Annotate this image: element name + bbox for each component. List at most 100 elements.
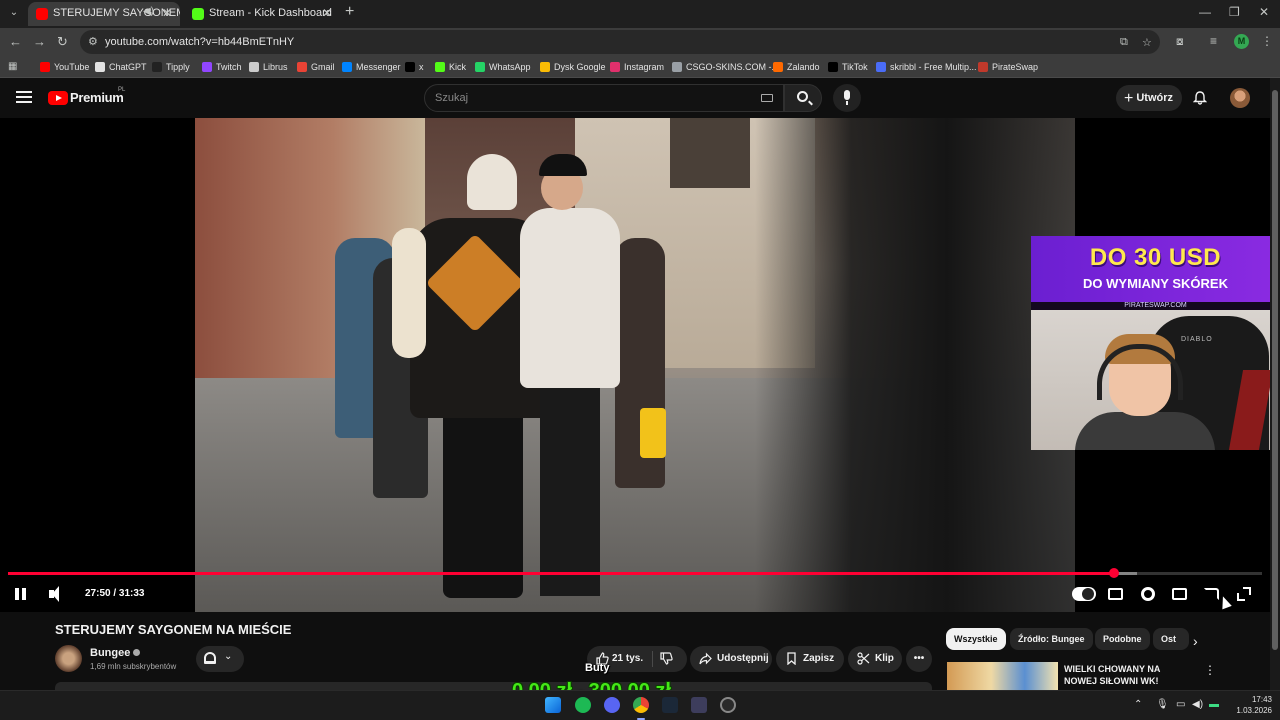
subtitles-icon[interactable]: [1108, 588, 1123, 600]
keyboard-icon[interactable]: [761, 94, 773, 102]
close-tab-icon[interactable]: ✕: [162, 6, 172, 20]
speaker-tray-icon[interactable]: ◀): [1192, 699, 1203, 710]
network-icon[interactable]: ▭: [1176, 699, 1185, 710]
like-count[interactable]: 21 tys.: [612, 646, 643, 672]
cast-icon[interactable]: [1204, 588, 1219, 600]
windows-start-icon[interactable]: [545, 697, 561, 713]
bookmark-kick[interactable]: Kick: [435, 60, 466, 74]
tab-youtube[interactable]: STERUJEMY SAYGONEM NA ◀) ✕: [28, 2, 180, 26]
bookmark-x[interactable]: x: [405, 60, 424, 74]
bookmark-dysk-google[interactable]: Dysk Google: [540, 60, 606, 74]
apps-grid-icon[interactable]: ▦: [8, 61, 19, 72]
site-info-icon[interactable]: ⚙: [88, 35, 98, 48]
recommended-title[interactable]: WIELKI CHOWANY NA NOWEJ SIŁOWNI WK!: [1064, 663, 1194, 687]
search-input[interactable]: Szukaj: [424, 84, 784, 112]
close-tab-icon[interactable]: ✕: [322, 6, 332, 20]
youtube-logo-icon[interactable]: [48, 91, 68, 105]
bookmark-label: Twitch: [216, 62, 242, 72]
minimize-icon[interactable]: —: [1199, 5, 1211, 19]
extensions-icon[interactable]: ⧇: [1176, 34, 1184, 49]
subscription-bell-button[interactable]: ⌄: [196, 646, 244, 672]
reload-icon[interactable]: ↻: [57, 34, 68, 50]
bookmark-whatsapp[interactable]: WhatsApp: [475, 60, 531, 74]
progress-scrubber-handle[interactable]: [1109, 568, 1119, 578]
spotify-icon[interactable]: [575, 697, 591, 713]
chip-similar[interactable]: Podobne: [1095, 628, 1150, 650]
app-icon[interactable]: [691, 697, 707, 713]
back-arrow-icon[interactable]: ←: [9, 34, 22, 49]
speaker-icon[interactable]: ◀): [143, 6, 154, 17]
microphone-tray-icon[interactable]: 🎙: [1156, 699, 1169, 710]
bookmark-favicon-icon: [405, 62, 415, 72]
menu-dots-icon[interactable]: ⋮: [1261, 34, 1273, 48]
chip-all[interactable]: Wszystkie: [946, 628, 1006, 650]
install-app-icon[interactable]: ⧉: [1120, 36, 1128, 49]
chips-next-arrow-icon[interactable]: ›: [1193, 633, 1198, 649]
scrollbar-thumb[interactable]: [1272, 90, 1278, 650]
channel-name[interactable]: Bungee: [90, 647, 130, 659]
channel-name-row[interactable]: Bungee: [90, 647, 141, 659]
bookmark-librus[interactable]: Librus: [249, 60, 288, 74]
forward-arrow-icon[interactable]: →: [33, 34, 46, 49]
more-actions-button[interactable]: •••: [906, 646, 932, 672]
tab-kick-dashboard[interactable]: Stream - Kick Dashboard ✕: [184, 2, 340, 26]
media-controls-icon[interactable]: ≡: [1210, 34, 1217, 48]
bookmark-pirateswap[interactable]: PirateSwap: [978, 60, 1038, 74]
save-button[interactable]: Zapisz: [776, 646, 844, 672]
steam-icon[interactable]: [662, 697, 678, 713]
bookmark-gmail[interactable]: Gmail: [297, 60, 335, 74]
create-button[interactable]: + Utwórz: [1116, 85, 1182, 111]
autoplay-toggle[interactable]: [1072, 587, 1096, 601]
restore-icon[interactable]: ❐: [1229, 5, 1240, 19]
youtube-premium-text[interactable]: Premium: [70, 90, 124, 105]
tab-search-button[interactable]: ⌄: [6, 5, 22, 21]
bookmark-tipply[interactable]: Tipply: [152, 60, 190, 74]
search-button[interactable]: [784, 84, 822, 112]
video-frame[interactable]: [195, 118, 1075, 612]
chrome-icon[interactable]: [633, 697, 649, 713]
discord-icon[interactable]: [604, 697, 620, 713]
bookmark-instagram[interactable]: Instagram: [610, 60, 664, 74]
recommended-thumbnail[interactable]: [947, 662, 1058, 690]
chip-recent[interactable]: Ost: [1153, 628, 1189, 650]
bookmark-youtube[interactable]: YouTube: [40, 60, 89, 74]
tray-overflow-chevron-icon[interactable]: ⌃: [1134, 699, 1142, 710]
recommended-more-icon[interactable]: ⋮: [1204, 663, 1216, 677]
bookmark-chatgpt[interactable]: ChatGPT: [95, 60, 147, 74]
settings-gear-icon[interactable]: [1141, 587, 1155, 601]
tab-title: STERUJEMY SAYGONEM NA: [53, 7, 180, 19]
progress-bar[interactable]: [8, 568, 1262, 578]
chip-source-bungee[interactable]: Źródło: Bungee: [1010, 628, 1093, 650]
theater-mode-icon[interactable]: [1172, 588, 1187, 600]
page-scrollbar[interactable]: [1270, 78, 1280, 690]
volume-icon[interactable]: [46, 584, 66, 604]
channel-avatar[interactable]: [55, 645, 82, 672]
bookmark-messenger[interactable]: Messenger: [342, 60, 401, 74]
dislike-thumb-icon[interactable]: [660, 652, 673, 665]
close-window-icon[interactable]: ✕: [1259, 5, 1269, 19]
clip-button[interactable]: Klip: [848, 646, 902, 672]
share-button[interactable]: Udostępnij: [690, 646, 772, 672]
bookmark-zalando[interactable]: Zalando: [773, 60, 820, 74]
bookmark-twitch[interactable]: Twitch: [202, 60, 242, 74]
bookmark-favicon-icon: [95, 62, 105, 72]
country-code: PL: [118, 87, 126, 93]
profile-avatar[interactable]: M: [1234, 34, 1249, 49]
bookmark-tiktok[interactable]: TikTok: [828, 60, 868, 74]
new-tab-button[interactable]: +: [345, 3, 354, 21]
notifications-bell-icon[interactable]: [1193, 91, 1207, 105]
fullscreen-icon[interactable]: [1237, 587, 1251, 601]
pause-icon[interactable]: [12, 584, 32, 604]
address-bar[interactable]: ⚙ youtube.com/watch?v=hb44BmETnHY ⧉ ☆: [80, 30, 1160, 54]
bookmark-csgo-skins-com[interactable]: CSGO-SKINS.COM -...: [672, 60, 779, 74]
obs-icon[interactable]: [720, 697, 736, 713]
hamburger-menu-icon[interactable]: [16, 91, 32, 103]
battery-icon[interactable]: ▬: [1209, 699, 1219, 710]
bookmark-skribbl-free-multip[interactable]: skribbl - Free Multip...: [876, 60, 977, 74]
voice-search-mic-icon[interactable]: [833, 84, 861, 112]
bookmark-star-icon[interactable]: ☆: [1142, 36, 1152, 49]
account-avatar[interactable]: [1230, 88, 1250, 108]
bookmark-favicon-icon: [672, 62, 682, 72]
system-clock[interactable]: 17:43 1.03.2026: [1232, 694, 1272, 716]
url-text[interactable]: youtube.com/watch?v=hb44BmETnHY: [105, 36, 294, 48]
